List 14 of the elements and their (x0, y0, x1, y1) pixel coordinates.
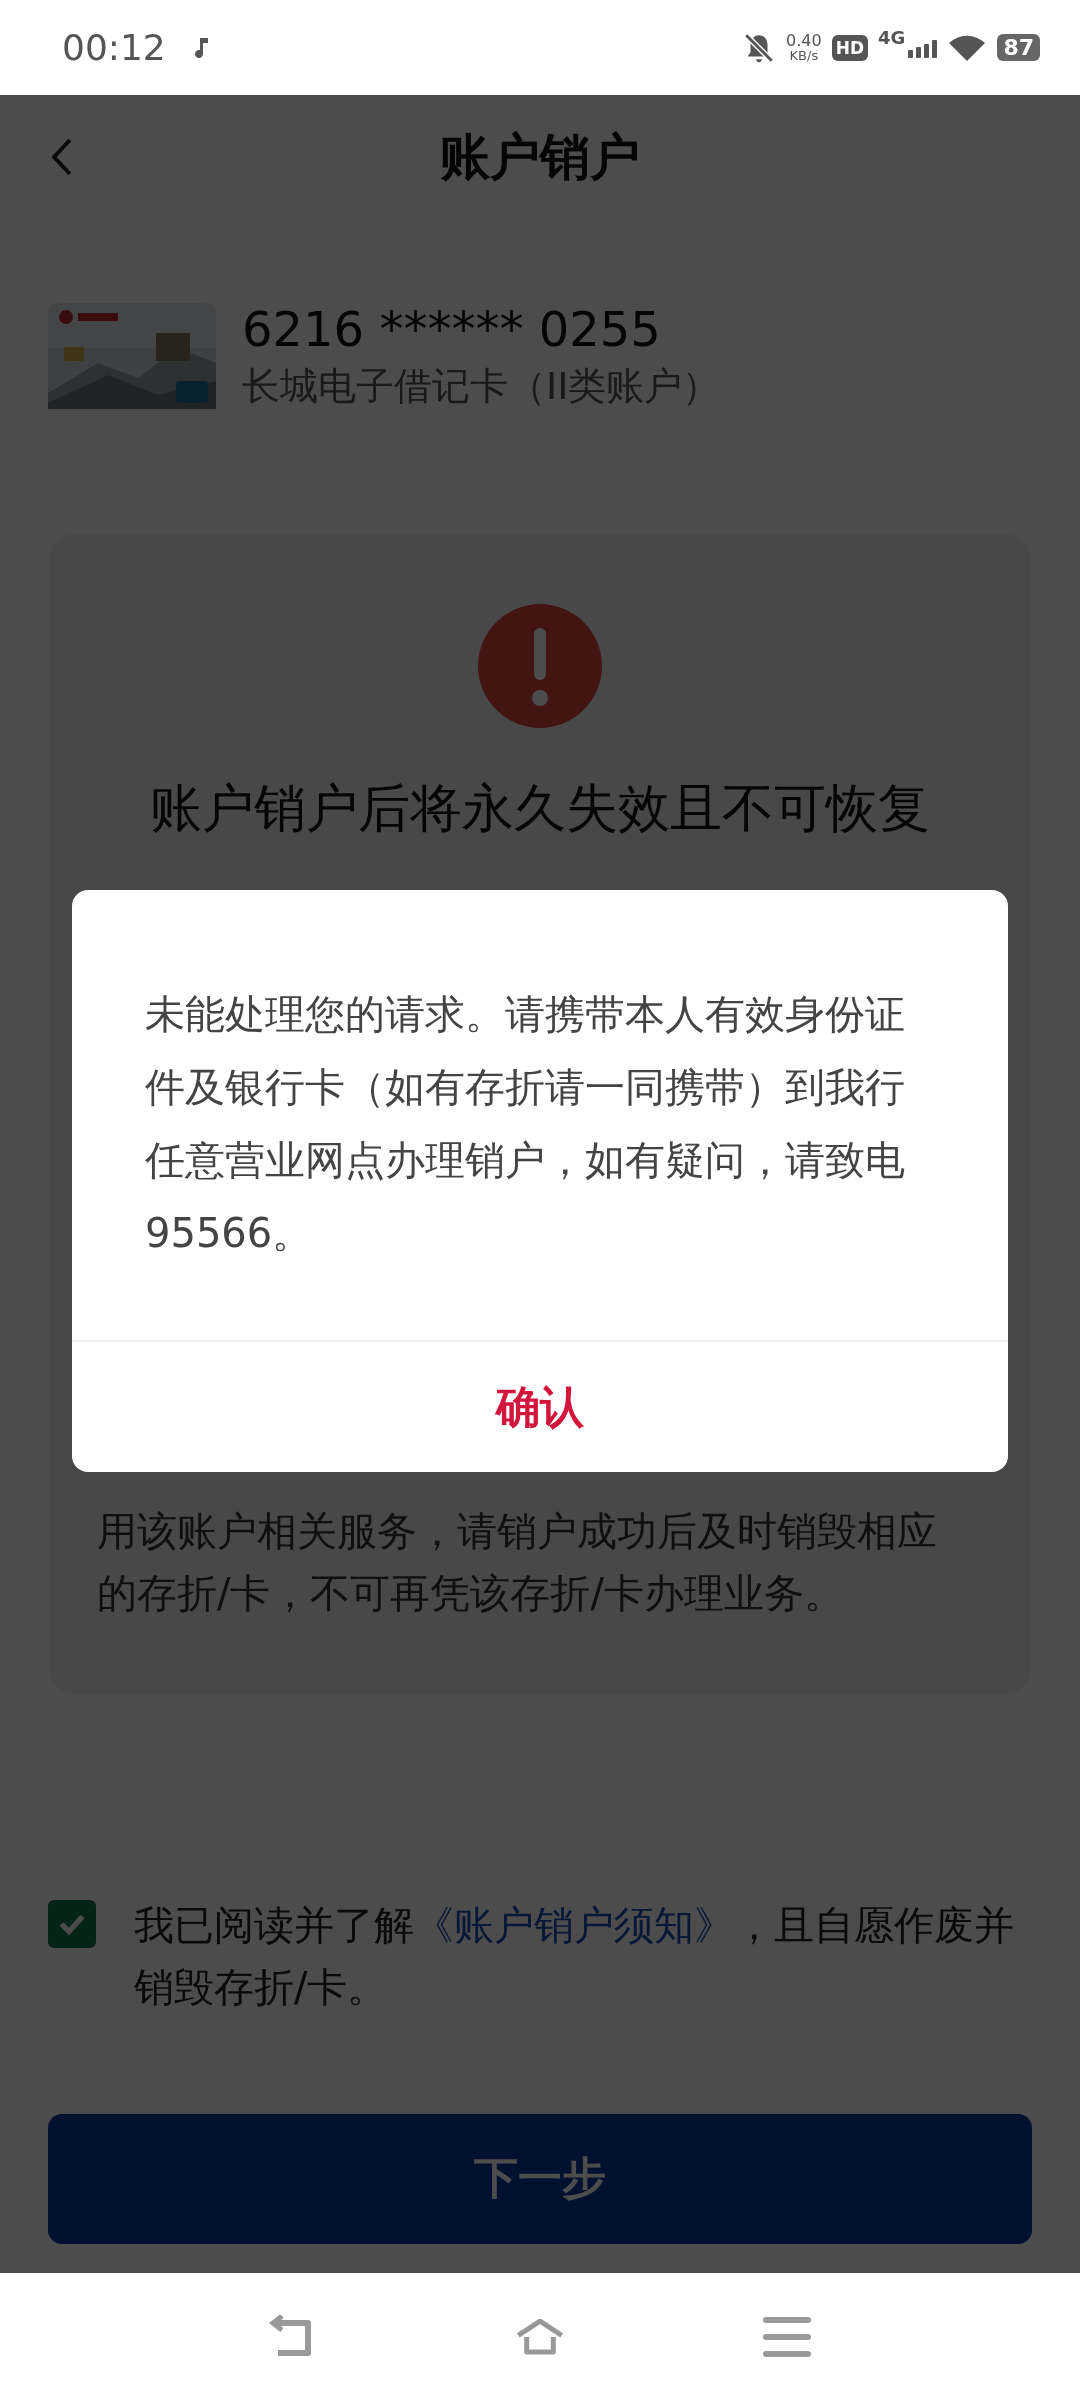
notice-text: 用该账户相关服务，请销户成功后及时销毁相应 (97, 1506, 938, 1556)
confirm-button[interactable]: 确认 (72, 1340, 1008, 1472)
card-number: 6216 ****** 0255 (242, 300, 662, 359)
warning-title: 账户销户后将永久失效且不可恢复 (150, 776, 930, 840)
page-title: 账户销户 (440, 127, 640, 188)
battery-level: 87 (997, 34, 1040, 61)
speed-unit: KB/s (789, 49, 819, 62)
notice-text: 的存折/卡，不可再凭该存折/卡办理业务。 (97, 1568, 845, 1618)
dialog-message: 未能处理您的请求。请携带本人有效身份证件及银行卡（如有存折请一同携带）到我行任意营业网点办理销户，如有疑问，请致电95566。 (144, 990, 906, 1258)
hd-badge: HD (831, 34, 869, 61)
status-time: 00:12 (62, 27, 166, 68)
network-speed: 0.40 (786, 33, 822, 49)
menu-icon[interactable] (761, 2314, 812, 2359)
network-type: 4G (878, 26, 906, 48)
